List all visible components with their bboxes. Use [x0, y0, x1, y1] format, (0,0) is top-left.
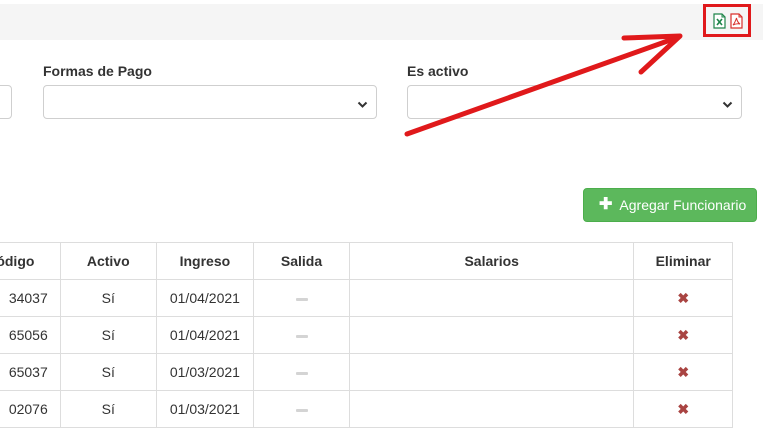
- top-toolbar: [0, 4, 763, 40]
- cell-activo: Sí: [59, 353, 157, 391]
- empty-dash: [295, 408, 308, 412]
- cell-salarios: [348, 316, 635, 354]
- cell-eliminar: ✖: [633, 316, 733, 354]
- delete-icon[interactable]: ✖: [677, 401, 689, 417]
- col-header-codigo[interactable]: ódigo: [0, 242, 61, 280]
- es-activo-label: Es activo: [407, 63, 469, 79]
- pdf-icon[interactable]: [730, 13, 743, 29]
- table-header-row: ódigo Activo Ingreso Salida Salarios Eli…: [0, 242, 733, 280]
- es-activo-select[interactable]: [407, 85, 742, 119]
- empty-dash: [295, 297, 308, 301]
- chevron-down-icon: [357, 97, 368, 108]
- delete-icon[interactable]: ✖: [677, 327, 689, 343]
- partial-filter-select[interactable]: [0, 85, 12, 119]
- delete-icon[interactable]: ✖: [677, 290, 689, 306]
- cell-ingreso: 01/04/2021: [155, 279, 255, 317]
- cell-codigo: 65056: [0, 316, 61, 354]
- cell-salida: [253, 390, 350, 428]
- col-header-ingreso[interactable]: Ingreso: [155, 242, 255, 280]
- formas-pago-label: Formas de Pago: [43, 63, 152, 79]
- col-header-salarios[interactable]: Salarios: [348, 242, 635, 280]
- cell-eliminar: ✖: [633, 390, 733, 428]
- add-employee-button[interactable]: ✚ Agregar Funcionario: [583, 188, 757, 222]
- cell-activo: Sí: [59, 316, 157, 354]
- cell-eliminar: ✖: [633, 353, 733, 391]
- cell-salida: [253, 279, 350, 317]
- cell-eliminar: ✖: [633, 279, 733, 317]
- cell-ingreso: 01/03/2021: [155, 390, 255, 428]
- delete-icon[interactable]: ✖: [677, 364, 689, 380]
- cell-salarios: [348, 279, 635, 317]
- cell-salida: [253, 316, 350, 354]
- plus-icon: ✚: [599, 196, 613, 213]
- chevron-down-icon: [722, 97, 733, 108]
- table-row: 34037 Sí 01/04/2021 ✖: [0, 279, 733, 317]
- table-row: 65056 Sí 01/04/2021 ✖: [0, 316, 733, 354]
- cell-salida: [253, 353, 350, 391]
- excel-icon[interactable]: [713, 13, 726, 29]
- col-header-eliminar[interactable]: Eliminar: [633, 242, 733, 280]
- cell-salarios: [348, 353, 635, 391]
- empty-dash: [295, 371, 308, 375]
- empty-dash: [295, 334, 308, 338]
- cell-activo: Sí: [59, 390, 157, 428]
- col-header-activo[interactable]: Activo: [59, 242, 157, 280]
- cell-ingreso: 01/04/2021: [155, 316, 255, 354]
- cell-codigo: 34037: [0, 279, 61, 317]
- cell-salarios: [348, 390, 635, 428]
- employees-table: ódigo Activo Ingreso Salida Salarios Eli…: [0, 242, 733, 428]
- export-highlight-box: [703, 4, 751, 37]
- formas-pago-select[interactable]: [43, 85, 377, 119]
- cell-ingreso: 01/03/2021: [155, 353, 255, 391]
- table-row: 02076 Sí 01/03/2021 ✖: [0, 390, 733, 428]
- col-header-salida[interactable]: Salida: [253, 242, 350, 280]
- cell-activo: Sí: [59, 279, 157, 317]
- table-row: 65037 Sí 01/03/2021 ✖: [0, 353, 733, 391]
- cell-codigo: 65037: [0, 353, 61, 391]
- add-employee-label: Agregar Funcionario: [619, 197, 747, 213]
- cell-codigo: 02076: [0, 390, 61, 428]
